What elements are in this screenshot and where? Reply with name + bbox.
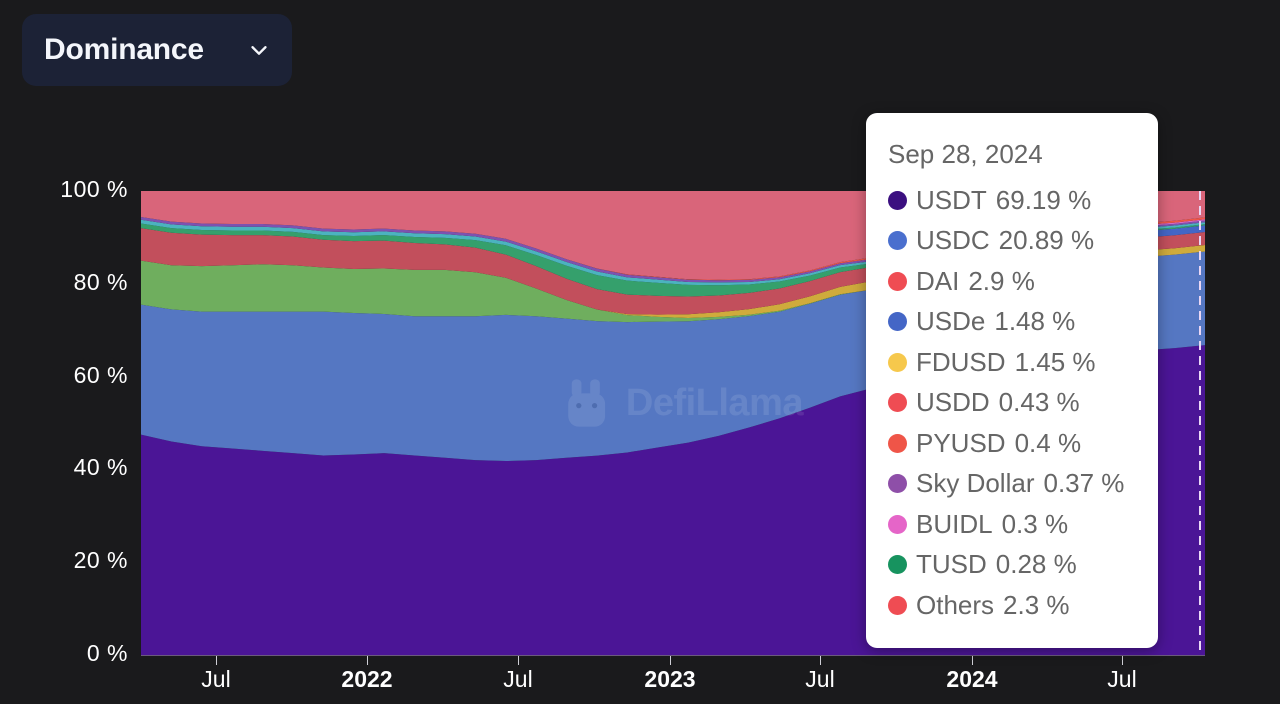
- tooltip-row: USDe 1.48 %: [888, 302, 1136, 343]
- legend-dot-icon: [888, 474, 907, 494]
- tooltip-rows: USDT 69.19 % USDC 20.89 % DAI 2.9 % USDe 1.48 %…: [888, 180, 1136, 626]
- x-axis-label: 2023: [644, 666, 696, 692]
- tooltip-series-name: USDC: [916, 225, 990, 256]
- tooltip-row: USDC 20.89 %: [888, 221, 1136, 262]
- tooltip-series-value: 20.89 %: [998, 225, 1095, 256]
- tooltip-series-value: 69.19 %: [995, 184, 1092, 215]
- x-axis-tick: [518, 656, 519, 665]
- x-axis-label: Jul: [805, 666, 835, 692]
- tooltip-row: PYUSD 0.4 %: [888, 423, 1136, 464]
- x-axis-tick: [216, 656, 217, 665]
- legend-dot-icon: [888, 231, 907, 251]
- legend-dot-icon: [888, 555, 907, 575]
- x-axis-tick: [1122, 656, 1123, 665]
- x-axis-tick: [972, 656, 973, 665]
- dominance-chart-page: Dominance 100 % 80 % 60 % 40 % 20 % 0 %: [0, 0, 1280, 704]
- x-axis-label: Jul: [503, 666, 533, 692]
- tooltip-series-value: 1.45 %: [1014, 346, 1096, 377]
- y-axis-label: 60 %: [73, 361, 128, 388]
- tooltip-series-value: 2.3 %: [1003, 589, 1070, 620]
- tooltip-series-value: 2.9 %: [968, 265, 1035, 296]
- legend-dot-icon: [888, 393, 907, 413]
- tooltip-row: USDD 0.43 %: [888, 383, 1136, 424]
- legend-dot-icon: [888, 352, 907, 372]
- tooltip-series-name: USDT: [916, 184, 987, 215]
- y-axis-label: 0 %: [86, 640, 128, 666]
- tooltip-series-name: USDD: [916, 387, 990, 418]
- x-axis-tick: [820, 656, 821, 665]
- tooltip-series-value: 0.3 %: [1001, 508, 1069, 539]
- tooltip-row: BUIDL 0.3 %: [888, 504, 1136, 545]
- legend-dot-icon: [888, 514, 907, 534]
- tooltip-series-value: 1.48 %: [994, 306, 1076, 337]
- y-axis-label: 40 %: [73, 454, 128, 481]
- tooltip-date: Sep 28, 2024: [888, 139, 1043, 169]
- x-axis-label: Jul: [1107, 666, 1137, 692]
- tooltip-series-name: DAI: [916, 265, 960, 296]
- x-axis-tick: [367, 656, 368, 665]
- tooltip-series-name: BUIDL: [916, 508, 993, 539]
- dominance-dropdown-button[interactable]: Dominance: [22, 14, 292, 86]
- y-axis-label: 100 %: [60, 176, 128, 202]
- tooltip-series-name: PYUSD: [916, 427, 1006, 458]
- y-axis-label: 20 %: [73, 547, 128, 574]
- tooltip-series-value: 0.37 %: [1043, 468, 1125, 499]
- x-axis-label: 2024: [946, 666, 998, 692]
- tooltip-row: FDUSD 1.45 %: [888, 342, 1136, 383]
- legend-dot-icon: [888, 433, 907, 453]
- legend-dot-icon: [888, 190, 907, 210]
- chevron-down-icon: [248, 39, 270, 61]
- tooltip-row: DAI 2.9 %: [888, 261, 1136, 302]
- tooltip-row: TUSD 0.28 %: [888, 545, 1136, 586]
- tooltip-series-name: Others: [916, 589, 995, 620]
- tooltip-series-name: Sky Dollar: [916, 468, 1035, 499]
- legend-dot-icon: [888, 312, 907, 332]
- tooltip-row: Sky Dollar 0.37 %: [888, 464, 1136, 505]
- legend-dot-icon: [888, 271, 907, 291]
- x-axis-line: [141, 655, 1205, 656]
- chart-tooltip: Sep 28, 2024 USDT 69.19 % USDC 20.89 % DAI 2.…: [866, 113, 1158, 648]
- tooltip-series-value: 0.43 %: [998, 387, 1080, 418]
- cursor-line: [1199, 191, 1201, 656]
- y-axis-label: 80 %: [73, 268, 128, 295]
- tooltip-series-value: 0.28 %: [995, 549, 1077, 580]
- tooltip-series-name: FDUSD: [916, 346, 1006, 377]
- tooltip-series-value: 0.4 %: [1014, 427, 1082, 458]
- tooltip-row: Others 2.3 %: [888, 585, 1136, 626]
- x-axis-tick: [670, 656, 671, 665]
- tooltip-series-name: TUSD: [916, 549, 987, 580]
- tooltip-series-name: USDe: [916, 306, 986, 337]
- legend-dot-icon: [888, 595, 907, 615]
- x-axis-label: 2022: [341, 666, 393, 692]
- tooltip-row: USDT 69.19 %: [888, 180, 1136, 221]
- x-axis-label: Jul: [201, 666, 231, 692]
- dominance-dropdown-label: Dominance: [44, 33, 204, 66]
